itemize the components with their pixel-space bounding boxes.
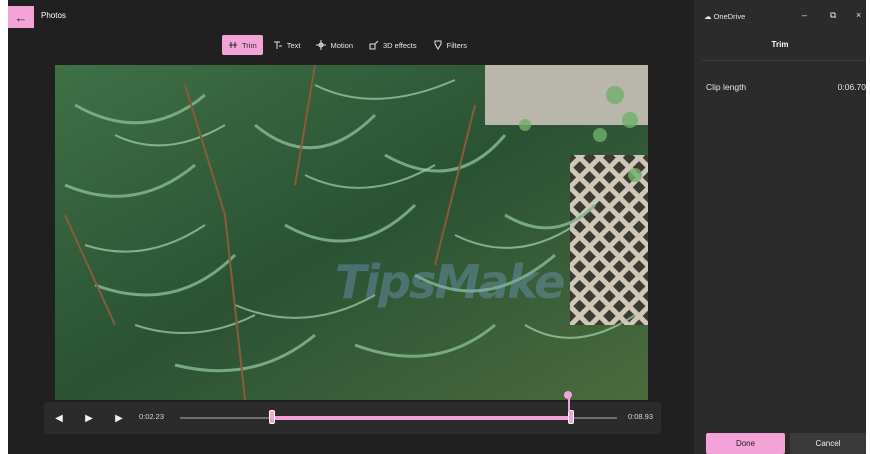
previous-frame-button[interactable]: ◀ (52, 411, 66, 425)
tab-label: Motion (330, 40, 353, 50)
playhead-knob[interactable] (564, 391, 572, 399)
back-button[interactable]: ← (8, 6, 34, 28)
window-frame-left (0, 0, 8, 454)
close-button[interactable]: × (856, 10, 861, 20)
window-frame-right (866, 0, 870, 454)
trim-panel: ☁ OneDrive – ⧉ × Trim Clip length 0:06.7… (694, 0, 866, 454)
panel-title: Trim (771, 40, 789, 49)
restore-button[interactable]: ⧉ (830, 10, 836, 21)
watermark-logo: TipsMake (335, 255, 565, 309)
tab-label: Trim (242, 40, 257, 50)
tab-filters[interactable]: Filters (427, 35, 473, 55)
next-frame-icon: ▶ (115, 412, 123, 424)
clip-length-value: 0:06.70 (837, 82, 866, 92)
cloud-icon: ☁ (704, 12, 712, 21)
onedrive-status[interactable]: ☁ OneDrive (704, 12, 745, 21)
tab-trim[interactable]: Trim (222, 35, 263, 55)
editing-toolbar: Trim Text Motion 3D effects Filters (222, 34, 473, 56)
minimize-button[interactable]: – (802, 10, 807, 20)
title-bar: ← Photos (8, 6, 694, 28)
tab-label: Text (286, 40, 301, 50)
clip-length-label: Clip length (706, 82, 747, 92)
trim-end-handle[interactable] (568, 410, 574, 424)
onedrive-label: OneDrive (713, 12, 746, 21)
playback-controls: ◀ ▶ ▶ 0:02.23 0:08.93 (44, 391, 661, 434)
panel-title-bar: ☁ OneDrive – ⧉ × (694, 0, 866, 30)
play-button[interactable]: ▶ (82, 411, 96, 425)
end-time: 0:08.93 (628, 412, 654, 421)
previous-frame-icon: ◀ (55, 412, 63, 424)
text-icon (273, 41, 282, 49)
tab-text[interactable]: Text (267, 35, 307, 55)
divider (702, 60, 866, 61)
trim-start-handle[interactable] (269, 410, 275, 424)
3d-effects-icon (369, 40, 379, 50)
tab-3d-effects[interactable]: 3D effects (363, 35, 423, 55)
trim-icon (229, 42, 237, 48)
foliage-image (55, 65, 648, 400)
tab-label: Filters (446, 40, 468, 50)
next-frame-button[interactable]: ▶ (112, 411, 126, 425)
tab-motion[interactable]: Motion (310, 35, 359, 55)
app-title: Photos (41, 11, 66, 20)
done-button[interactable]: Done (706, 433, 785, 454)
current-time: 0:02.23 (139, 412, 165, 421)
motion-icon (316, 40, 327, 50)
play-icon: ▶ (85, 412, 93, 424)
filters-icon (434, 40, 442, 50)
arrow-left-icon: ← (14, 9, 28, 25)
tab-label: 3D effects (383, 40, 417, 50)
timeline-selection (272, 416, 572, 420)
cancel-button[interactable]: Cancel (790, 433, 866, 454)
video-preview[interactable]: TipsMake (55, 65, 648, 400)
